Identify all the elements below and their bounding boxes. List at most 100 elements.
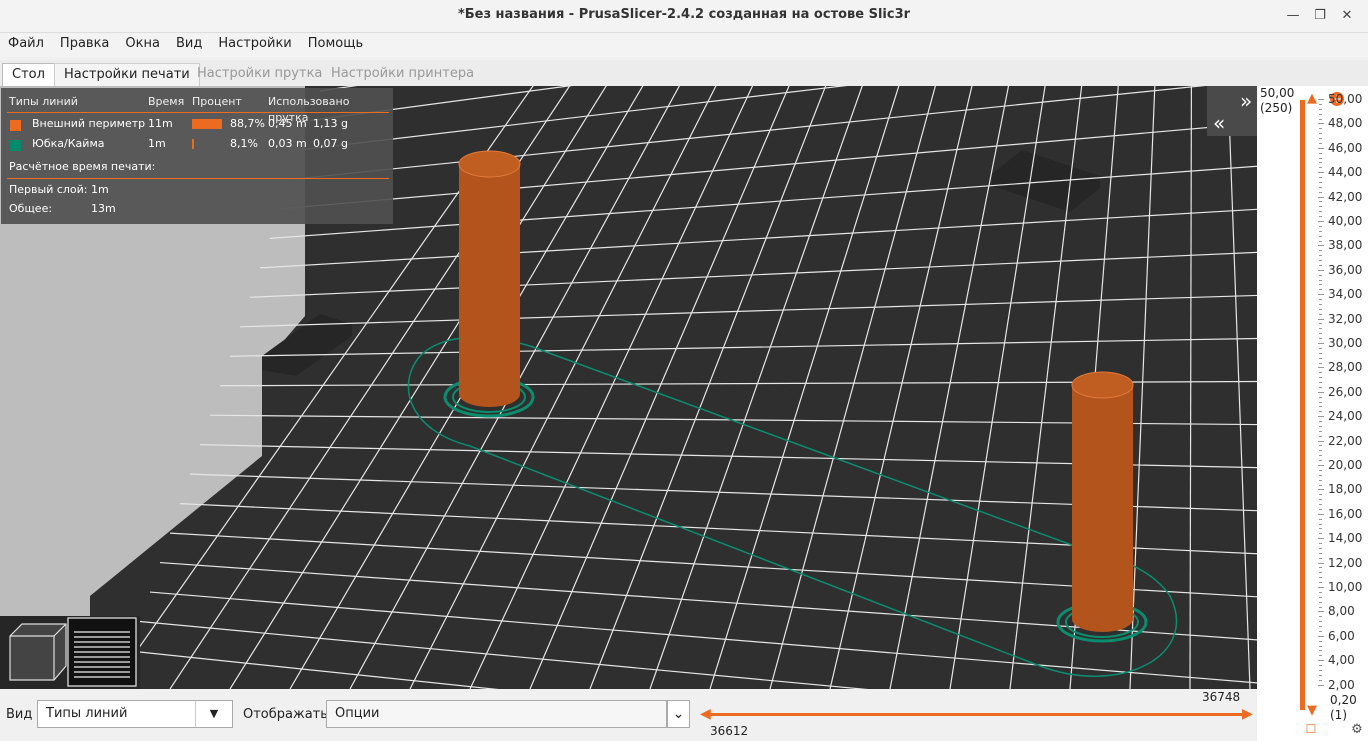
layer-minor-tick [1319, 596, 1322, 598]
legend-separator [7, 178, 389, 179]
tab-plater[interactable]: Стол [2, 63, 55, 86]
layer-minor-tick [1319, 128, 1322, 130]
layer-minor-tick [1319, 221, 1322, 222]
chevron-down-icon[interactable]: ⌄ [667, 700, 690, 728]
layer-minor-tick [1319, 225, 1322, 227]
legend-header-time: Время [148, 95, 185, 108]
layer-minor-tick [1319, 382, 1322, 384]
layer-tick-label: 48,00 [1328, 116, 1363, 131]
layer-minor-tick [1319, 508, 1322, 510]
layer-minor-tick [1319, 284, 1322, 286]
layer-minor-tick [1319, 489, 1322, 491]
layer-minor-tick [1319, 435, 1322, 437]
layer-minor-tick [1319, 328, 1322, 330]
layer-minor-tick [1319, 318, 1322, 320]
menu-view[interactable]: Вид [168, 33, 210, 51]
layer-tick-label: 26,00 [1328, 384, 1363, 399]
layer-minor-tick [1319, 635, 1322, 637]
3d-view-button[interactable] [9, 623, 67, 681]
layer-minor-tick [1319, 162, 1322, 164]
layer-minor-tick [1319, 255, 1322, 257]
layer-minor-tick [1319, 650, 1322, 652]
layer-tick-label: 14,00 [1328, 531, 1363, 546]
close-icon[interactable]: ✕ [1336, 6, 1358, 26]
tab-printer-settings[interactable]: Настройки принтера [322, 63, 483, 85]
layer-minor-tick [1319, 416, 1322, 418]
layer-minor-tick [1319, 674, 1322, 676]
layer-minor-tick [1319, 245, 1322, 247]
layer-minor-tick [1319, 679, 1322, 681]
view-type-select[interactable]: Типы линий ▼ [37, 700, 233, 728]
layer-minor-tick [1319, 621, 1322, 623]
collapse-sidebar-button[interactable]: » « [1207, 86, 1257, 136]
maximize-icon[interactable]: ❐ [1309, 6, 1331, 26]
layer-minor-tick [1319, 582, 1322, 584]
layer-tick-label: 10,00 [1328, 580, 1363, 594]
layer-minor-tick [1319, 118, 1322, 120]
layer-minor-tick [1319, 557, 1322, 559]
show-options-select[interactable]: Опции [326, 700, 667, 728]
title-bar: *Без названия - PrusaSlicer-2.4.2 создан… [0, 0, 1368, 33]
layer-minor-tick [1319, 421, 1322, 423]
layer-minor-tick [1319, 518, 1322, 520]
layer-minor-tick [1319, 538, 1322, 540]
layer-tick-label: 16,00 [1328, 506, 1363, 521]
tab-filament-settings[interactable]: Настройки прутка [188, 63, 331, 85]
layer-minor-tick [1319, 191, 1322, 193]
layer-minor-tick [1319, 108, 1322, 110]
minimize-icon[interactable]: — [1282, 6, 1304, 26]
menu-windows[interactable]: Окна [117, 33, 168, 51]
layer-minor-tick [1319, 216, 1322, 218]
layer-minor-tick [1319, 450, 1322, 452]
chevron-down-icon[interactable]: ▼ [195, 701, 232, 727]
layer-minor-tick [1319, 640, 1322, 642]
layer-minor-tick [1319, 167, 1322, 169]
layer-minor-tick [1319, 499, 1322, 501]
chevrons-right-icon: » [1240, 89, 1252, 113]
layer-minor-tick [1319, 425, 1322, 427]
layer-minor-tick [1319, 587, 1322, 588]
layer-minor-tick [1319, 406, 1322, 408]
layer-tick-label: 24,00 [1328, 409, 1363, 424]
settings-gear-icon[interactable]: ⚙ [1350, 722, 1364, 737]
layer-minor-tick [1319, 601, 1322, 603]
layer-minor-tick [1319, 211, 1322, 213]
preview-layers-button[interactable] [67, 617, 137, 687]
layer-minor-tick [1319, 543, 1322, 545]
layer-minor-tick [1319, 396, 1322, 398]
layer-minor-tick [1319, 484, 1322, 486]
menu-file[interactable]: Файл [0, 33, 52, 51]
lock-icon[interactable]: ☐ [1304, 722, 1318, 736]
move-slider-left-thumb[interactable]: ◀ [700, 706, 711, 722]
layer-tick-label: 12,00 [1328, 555, 1363, 570]
layer-minor-tick [1319, 455, 1322, 457]
menu-edit[interactable]: Правка [52, 33, 117, 51]
layer-minor-tick [1319, 533, 1322, 535]
layer-minor-tick [1319, 113, 1322, 115]
move-slider-right-value: 36748 [1202, 690, 1241, 704]
layer-tick-label: 8,00 [1328, 604, 1355, 619]
layer-minor-tick [1319, 343, 1322, 344]
menu-help[interactable]: Помощь [300, 33, 371, 51]
layer-minor-tick [1319, 469, 1322, 471]
layer-minor-tick [1319, 562, 1322, 564]
layer-minor-tick [1319, 460, 1322, 462]
layer-minor-tick [1319, 240, 1322, 242]
layer-slider-bottom-thumb[interactable]: ▼ [1304, 704, 1320, 718]
layer-minor-tick [1319, 308, 1322, 310]
layer-minor-tick [1319, 269, 1322, 271]
move-slider-right-thumb[interactable]: ▶ [1242, 706, 1253, 722]
view-type-value: Типы линий [46, 706, 128, 721]
layer-tick-label: 36,00 [1328, 262, 1363, 277]
move-slider-track[interactable] [706, 713, 1246, 716]
layer-bottom-height: 0,20 [1330, 693, 1357, 707]
layer-slider-track[interactable] [1300, 100, 1305, 710]
layer-minor-tick [1319, 142, 1322, 144]
layer-minor-tick [1319, 669, 1322, 671]
menu-settings[interactable]: Настройки [210, 33, 299, 51]
show-label: Отображать [243, 707, 328, 722]
layer-minor-tick [1319, 377, 1322, 379]
legend-row-percent: 88,7% [230, 117, 265, 130]
legend-row-name: Юбка/Кайма [32, 137, 105, 150]
tab-print-settings[interactable]: Настройки печати [54, 63, 200, 86]
